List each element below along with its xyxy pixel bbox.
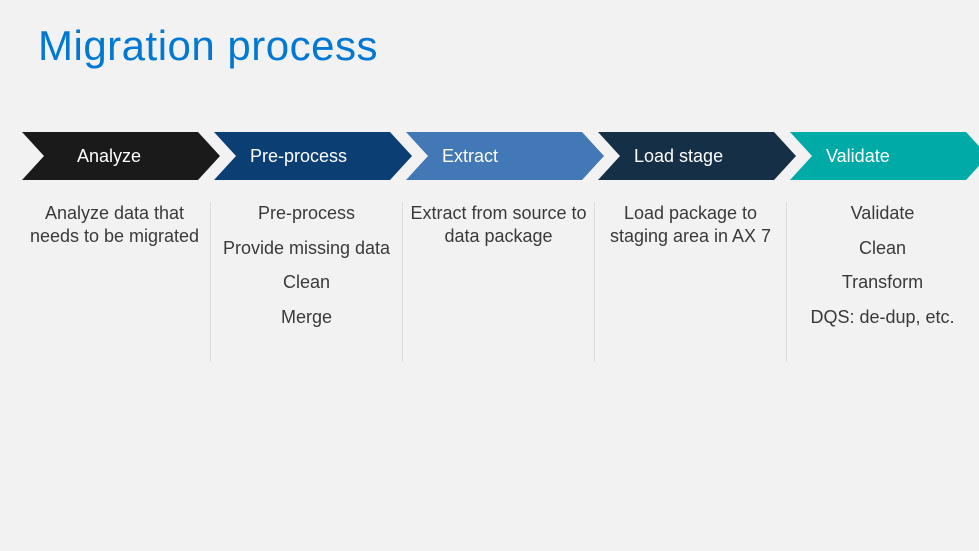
desc-text: Pre-process xyxy=(214,202,399,225)
chevron-label: Extract xyxy=(406,132,604,180)
col-validate: Validate Clean Transform DQS: de-dup, et… xyxy=(790,202,975,340)
col-loadstage: Load package to staging area in AX 7 xyxy=(598,202,783,259)
chevron-preprocess: Pre-process xyxy=(214,132,412,180)
desc-text: Clean xyxy=(790,237,975,260)
desc-text: Analyze data that needs to be migrated xyxy=(22,202,207,247)
desc-text: Load package to staging area in AX 7 xyxy=(598,202,783,247)
desc-text: Clean xyxy=(214,271,399,294)
column-separator xyxy=(402,202,403,362)
desc-text: Validate xyxy=(790,202,975,225)
column-separator xyxy=(210,202,211,362)
col-preprocess: Pre-process Provide missing data Clean M… xyxy=(214,202,399,340)
chevron-analyze: Analyze xyxy=(22,132,220,180)
chevron-label: Load stage xyxy=(598,132,796,180)
desc-text: Transform xyxy=(790,271,975,294)
desc-text: DQS: de-dup, etc. xyxy=(790,306,975,329)
chevron-validate: Validate xyxy=(790,132,979,180)
column-separator xyxy=(594,202,595,362)
chevron-loadstage: Load stage xyxy=(598,132,796,180)
chevron-label: Pre-process xyxy=(214,132,412,180)
chevron-label: Analyze xyxy=(22,132,220,180)
slide-title: Migration process xyxy=(38,22,378,70)
column-separator xyxy=(786,202,787,362)
slide: Migration process Analyze Pre-process Ex… xyxy=(0,0,979,551)
chevron-row: Analyze Pre-process Extract Load stage V xyxy=(0,132,979,180)
chevron-extract: Extract xyxy=(406,132,604,180)
desc-text: Extract from source to data package xyxy=(406,202,591,247)
col-extract: Extract from source to data package xyxy=(406,202,591,259)
desc-text: Merge xyxy=(214,306,399,329)
desc-text: Provide missing data xyxy=(214,237,399,260)
col-analyze: Analyze data that needs to be migrated xyxy=(22,202,207,259)
chevron-label: Validate xyxy=(790,132,979,180)
